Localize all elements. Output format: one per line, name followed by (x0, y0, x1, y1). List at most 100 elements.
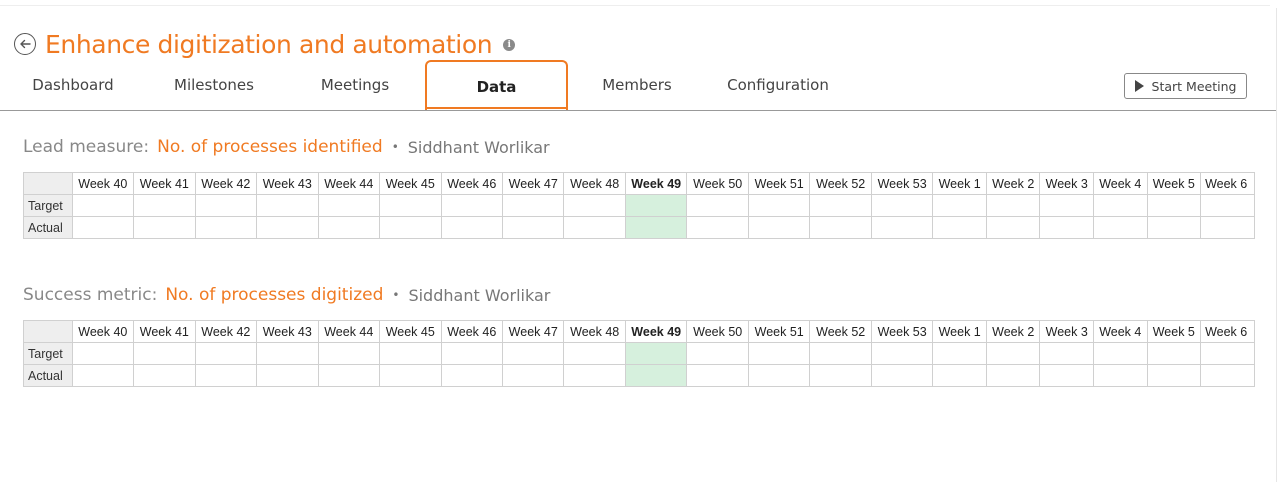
success-metric-week-header: Week 41 (133, 320, 196, 343)
success-metric-target-cell[interactable] (747, 342, 811, 365)
lead-measure-target-cell[interactable] (1093, 194, 1148, 217)
lead-measure-target-cell[interactable] (440, 194, 503, 217)
lead-measure-table: Week 40 Week 41 Week 42 Week 43 Week 44 Week … (23, 172, 1255, 239)
lead-measure-target-cell[interactable] (317, 194, 381, 217)
lead-measure-actual-cell[interactable] (747, 216, 811, 239)
lead-measure-actual-cell[interactable] (133, 216, 196, 239)
success-metric-actual-cell[interactable] (256, 364, 319, 387)
success-metric-actual-cell[interactable] (379, 364, 442, 387)
success-metric-actual-cell[interactable] (317, 364, 381, 387)
tab-members[interactable]: Members (566, 60, 708, 110)
lead-measure-target-cell[interactable] (1146, 194, 1202, 217)
success-metric-actual-cell[interactable] (501, 364, 565, 387)
success-metric-target-cell[interactable] (624, 342, 688, 365)
success-metric-week-header: Week 48 (563, 320, 626, 343)
lead-measure-actual-cell[interactable] (1146, 216, 1202, 239)
success-metric-week-header: Week 50 (686, 320, 749, 343)
lead-measure-actual-cell[interactable] (379, 216, 442, 239)
tab-data[interactable]: Data (425, 60, 568, 111)
success-metric-target-cell[interactable] (133, 342, 196, 365)
back-button[interactable] (14, 33, 36, 55)
lead-measure-target-cell[interactable] (563, 194, 626, 217)
success-metric-target-cell[interactable] (1200, 342, 1255, 365)
success-metric-target-cell[interactable] (809, 342, 872, 365)
lead-measure-target-cell[interactable] (985, 194, 1041, 217)
lead-measure-target-cell[interactable] (870, 194, 934, 217)
success-metric-actual-cell[interactable] (624, 364, 688, 387)
success-metric-target-cell[interactable] (985, 342, 1041, 365)
info-icon[interactable]: i (503, 39, 516, 51)
lead-measure-actual-cell[interactable] (1200, 216, 1255, 239)
success-metric-actual-cell[interactable] (133, 364, 196, 387)
lead-measure-actual-cell[interactable] (317, 216, 381, 239)
lead-measure-target-cell[interactable] (809, 194, 872, 217)
lead-measure-actual-cell[interactable] (985, 216, 1041, 239)
lead-measure-actual-cell[interactable] (624, 216, 688, 239)
lead-measure-target-cell[interactable] (256, 194, 319, 217)
lead-measure-row-label: Actual (23, 216, 73, 239)
success-metric-actual-cell[interactable] (747, 364, 811, 387)
lead-measure-actual-cell[interactable] (194, 216, 258, 239)
lead-measure-actual-cell[interactable] (1039, 216, 1094, 239)
lead-measure-kind: Lead measure: (23, 137, 150, 157)
success-metric-target-cell[interactable] (932, 342, 987, 365)
lead-measure-row-actual: Actual (23, 216, 1255, 239)
lead-measure-target-cell[interactable] (379, 194, 442, 217)
lead-measure-target-cell[interactable] (624, 194, 688, 217)
success-metric-target-cell[interactable] (563, 342, 626, 365)
success-metric-target-cell[interactable] (501, 342, 565, 365)
lead-measure-target-cell[interactable] (71, 194, 135, 217)
lead-measure-actual-cell[interactable] (686, 216, 749, 239)
success-metric-target-cell[interactable] (256, 342, 319, 365)
lead-measure-actual-cell[interactable] (563, 216, 626, 239)
success-metric-target-cell[interactable] (870, 342, 934, 365)
success-metric-actual-cell[interactable] (1093, 364, 1148, 387)
lead-measure-target-cell[interactable] (686, 194, 749, 217)
success-metric-target-cell[interactable] (686, 342, 749, 365)
success-metric-actual-cell[interactable] (194, 364, 258, 387)
lead-measure-actual-cell[interactable] (256, 216, 319, 239)
success-metric-target-cell[interactable] (1093, 342, 1148, 365)
tab-configuration[interactable]: Configuration (707, 60, 849, 110)
success-metric-actual-cell[interactable] (686, 364, 749, 387)
success-metric-actual-cell[interactable] (985, 364, 1041, 387)
lead-measure-actual-cell[interactable] (501, 216, 565, 239)
success-metric-actual-cell[interactable] (1039, 364, 1094, 387)
success-metric-actual-cell[interactable] (809, 364, 872, 387)
tab-milestones[interactable]: Milestones (143, 60, 285, 110)
success-metric-actual-cell[interactable] (440, 364, 503, 387)
lead-measure-target-cell[interactable] (1039, 194, 1094, 217)
tab-dashboard[interactable]: Dashboard (2, 60, 144, 110)
success-metric-target-cell[interactable] (1039, 342, 1094, 365)
lead-measure-actual-cell[interactable] (71, 216, 135, 239)
success-metric-actual-cell[interactable] (563, 364, 626, 387)
lead-measure-target-cell[interactable] (133, 194, 196, 217)
success-metric-target-cell[interactable] (379, 342, 442, 365)
success-metric-actual-cell[interactable] (870, 364, 934, 387)
start-meeting-button[interactable]: Start Meeting (1124, 73, 1247, 99)
success-metric-actual-cell[interactable] (932, 364, 987, 387)
lead-measure-owner: Siddhant Worlikar (407, 137, 550, 157)
success-metric-target-cell[interactable] (440, 342, 503, 365)
lead-measure-target-cell[interactable] (194, 194, 258, 217)
lead-measure-week-header: Week 49 (624, 172, 688, 195)
lead-measure-actual-cell[interactable] (440, 216, 503, 239)
success-metric-target-cell[interactable] (1146, 342, 1202, 365)
success-metric-actual-cell[interactable] (1200, 364, 1255, 387)
lead-measure-actual-cell[interactable] (870, 216, 934, 239)
lead-measure-target-cell[interactable] (747, 194, 811, 217)
success-metric-week-header: Week 40 (71, 320, 135, 343)
lead-measure-actual-cell[interactable] (809, 216, 872, 239)
success-metric-actual-cell[interactable] (71, 364, 135, 387)
success-metric-target-cell[interactable] (194, 342, 258, 365)
lead-measure-actual-cell[interactable] (1093, 216, 1148, 239)
success-metric-target-cell[interactable] (317, 342, 381, 365)
success-metric-target-cell[interactable] (71, 342, 135, 365)
lead-measure-actual-cell[interactable] (932, 216, 987, 239)
lead-measure-target-cell[interactable] (1200, 194, 1255, 217)
tab-meetings[interactable]: Meetings (284, 60, 426, 110)
lead-measure-target-cell[interactable] (932, 194, 987, 217)
success-metric-actual-cell[interactable] (1146, 364, 1202, 387)
lead-measure-week-header: Week 48 (563, 172, 626, 195)
lead-measure-target-cell[interactable] (501, 194, 565, 217)
